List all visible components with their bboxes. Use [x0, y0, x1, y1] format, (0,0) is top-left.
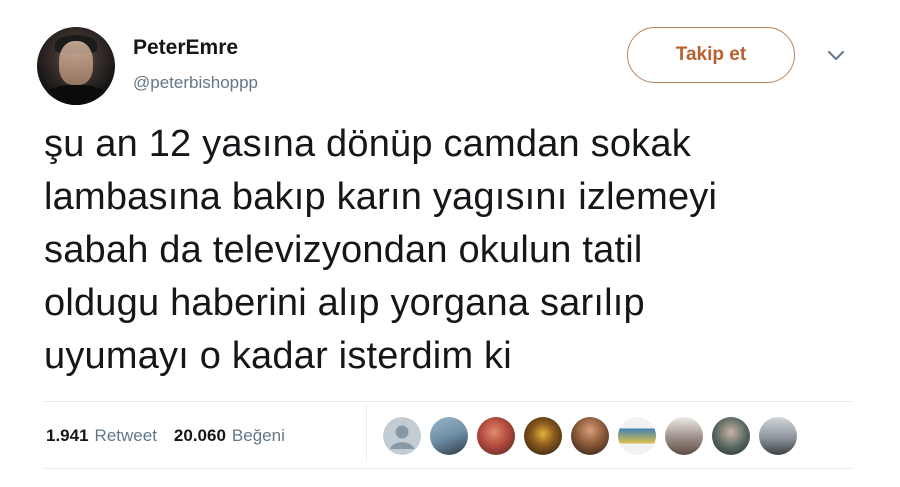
liker-avatar[interactable] [665, 417, 703, 455]
liker-avatar[interactable] [477, 417, 515, 455]
retweet-stat[interactable]: 1.941 Retweet [46, 426, 157, 446]
stats-separator [366, 404, 367, 462]
avatar-shirt [45, 85, 107, 105]
retweet-label: Retweet [94, 426, 157, 445]
default-avatar-icon [383, 417, 421, 455]
liker-avatar[interactable] [383, 417, 421, 455]
like-stat[interactable]: 20.060 Beğeni [174, 426, 285, 446]
liker-avatar[interactable] [712, 417, 750, 455]
chevron-down-icon[interactable] [826, 48, 846, 64]
follow-button[interactable]: Takip et [627, 27, 795, 83]
liker-avatar[interactable] [618, 417, 656, 455]
tweet-line: oldugu haberini alıp yorgana sarılıp [44, 282, 645, 324]
like-label: Beğeni [231, 426, 285, 445]
tweet-text: şu an 12 yasına dönüp camdan sokak lamba… [44, 118, 864, 383]
liker-avatars [383, 417, 806, 455]
divider-top [44, 401, 852, 402]
liker-avatar[interactable] [759, 417, 797, 455]
divider-bottom [44, 468, 852, 469]
liker-avatar[interactable] [430, 417, 468, 455]
retweet-count: 1.941 [46, 426, 89, 445]
display-name[interactable]: PeterEmre [133, 36, 238, 60]
avatar-face [59, 41, 93, 85]
liker-avatar[interactable] [524, 417, 562, 455]
user-handle[interactable]: @peterbishoppp [133, 73, 258, 93]
tweet-line: lambasına bakıp karın yagısını izlemeyi [44, 176, 718, 218]
liker-avatar[interactable] [571, 417, 609, 455]
tweet-stats: 1.941 Retweet 20.060 Beğeni [46, 426, 285, 446]
like-count: 20.060 [173, 426, 226, 445]
tweet-line: şu an 12 yasına dönüp camdan sokak [44, 123, 691, 165]
user-avatar[interactable] [37, 27, 115, 105]
tweet-line: uyumayı o kadar isterdim ki [44, 335, 512, 377]
tweet-line: sabah da televizyondan okulun tatil [44, 229, 643, 271]
